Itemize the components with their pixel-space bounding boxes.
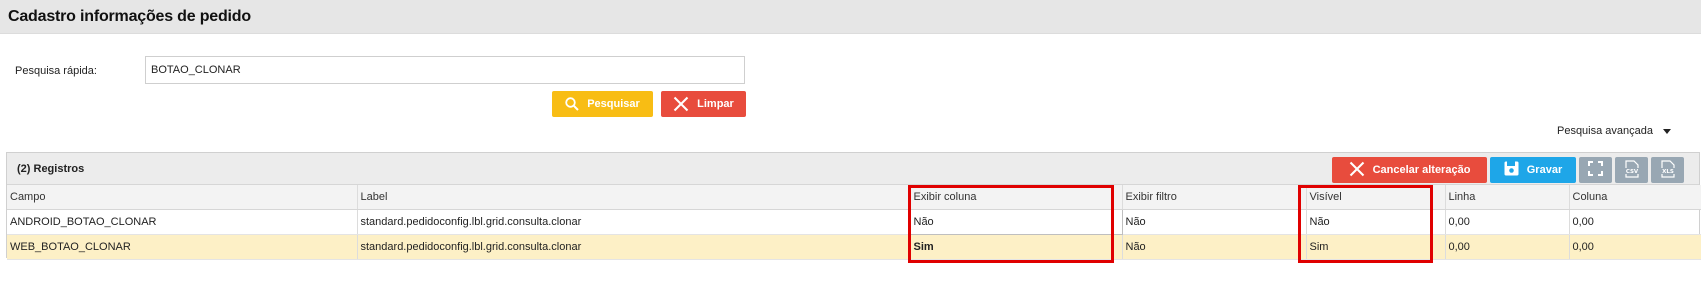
table-row[interactable]: ANDROID_BOTAO_CLONAR standard.pedidoconf… xyxy=(7,208,1701,235)
xls-icon: XLS xyxy=(1660,159,1676,181)
column-header-visivel[interactable]: Visível xyxy=(1306,185,1446,210)
caret-down-icon xyxy=(1663,128,1671,134)
column-header-coluna[interactable]: Coluna xyxy=(1569,185,1701,210)
close-icon xyxy=(1349,161,1365,180)
svg-text:CSV: CSV xyxy=(1625,169,1638,175)
cell-linha[interactable]: 0,00 xyxy=(1445,209,1570,235)
cell-campo[interactable]: ANDROID_BOTAO_CLONAR xyxy=(7,209,358,235)
records-panel: (2) Registros Cancelar alteração Gravar … xyxy=(6,152,1701,260)
clear-button[interactable]: Limpar xyxy=(661,91,746,117)
close-icon xyxy=(673,96,689,112)
table-row-selected[interactable]: WEB_BOTAO_CLONAR standard.pedidoconfig.l… xyxy=(7,234,1701,260)
column-header-label[interactable]: Label xyxy=(357,185,911,210)
column-header-exibir-filtro[interactable]: Exibir filtro xyxy=(1122,185,1307,210)
cell-coluna[interactable]: 0,00 xyxy=(1569,234,1701,260)
cell-exibir-filtro[interactable]: Não xyxy=(1122,234,1307,260)
cell-exibir-coluna[interactable]: Sim xyxy=(910,234,1123,260)
export-xls-button[interactable]: XLS xyxy=(1651,157,1684,183)
cell-coluna[interactable]: 0,00 xyxy=(1569,209,1701,235)
cell-exibir-filtro[interactable]: Não xyxy=(1122,209,1307,235)
csv-icon: CSV xyxy=(1624,159,1640,181)
clear-button-label: Limpar xyxy=(697,98,734,110)
cell-exibir-coluna[interactable]: Não xyxy=(909,208,1123,235)
cancel-changes-label: Cancelar alteração xyxy=(1372,164,1471,176)
column-header-campo[interactable]: Campo xyxy=(7,185,358,210)
records-panel-header: (2) Registros Cancelar alteração Gravar … xyxy=(7,153,1699,185)
records-count: (2) Registros xyxy=(17,163,85,175)
cell-label[interactable]: standard.pedidoconfig.lbl.grid.consulta.… xyxy=(357,234,911,260)
svg-text:XLS: XLS xyxy=(1662,169,1674,175)
quick-search-input[interactable] xyxy=(145,56,745,84)
advanced-search-label: Pesquisa avançada xyxy=(1556,125,1653,137)
export-csv-button[interactable]: CSV xyxy=(1615,157,1648,183)
page-title: Cadastro informações de pedido xyxy=(8,8,251,25)
search-icon xyxy=(565,97,579,111)
cancel-changes-button[interactable]: Cancelar alteração xyxy=(1332,157,1487,183)
table-header-row: Campo Label Exibir coluna Exibir filtro … xyxy=(7,185,1701,210)
records-table: Campo Label Exibir coluna Exibir filtro … xyxy=(7,185,1701,260)
fullscreen-icon xyxy=(1588,161,1603,179)
save-button-label: Gravar xyxy=(1526,164,1563,176)
advanced-search-toggle[interactable]: Pesquisa avançada xyxy=(1557,125,1671,137)
column-header-linha[interactable]: Linha xyxy=(1445,185,1570,210)
fullscreen-button[interactable] xyxy=(1579,157,1612,183)
quick-search-label: Pesquisa rápida: xyxy=(15,65,97,77)
search-button[interactable]: Pesquisar xyxy=(552,91,653,117)
save-button[interactable]: Gravar xyxy=(1490,157,1576,183)
floppy-disk-icon xyxy=(1504,161,1519,179)
search-button-label: Pesquisar xyxy=(587,98,640,110)
cell-campo[interactable]: WEB_BOTAO_CLONAR xyxy=(7,234,358,260)
cell-visivel[interactable]: Não xyxy=(1306,209,1446,235)
cell-label[interactable]: standard.pedidoconfig.lbl.grid.consulta.… xyxy=(357,209,911,235)
column-header-exibir-coluna[interactable]: Exibir coluna xyxy=(910,185,1123,210)
cell-visivel[interactable]: Sim xyxy=(1306,234,1446,260)
cell-linha[interactable]: 0,00 xyxy=(1445,234,1570,260)
title-bar: Cadastro informações de pedido xyxy=(0,0,1701,34)
